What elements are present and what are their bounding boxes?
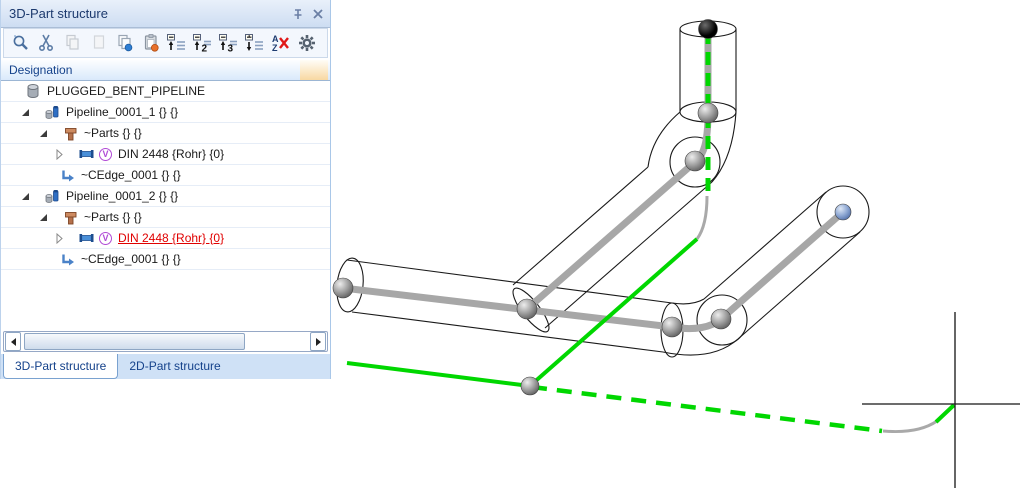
- expander-expanded-icon[interactable]: [39, 127, 49, 139]
- joint-sphere: [332, 277, 354, 299]
- svg-text:3: 3: [228, 44, 234, 53]
- tree-item-label: PLUGGED_BENT_PIPELINE: [47, 84, 206, 98]
- copy-special-icon[interactable]: [113, 31, 136, 55]
- expander-collapsed-icon[interactable]: [55, 148, 65, 160]
- tree-item-parts-1[interactable]: ~Parts {} {}: [1, 123, 330, 144]
- viewport-3d[interactable]: [331, 0, 1021, 491]
- cut-scissors-icon[interactable]: [35, 31, 58, 55]
- close-icon[interactable]: [310, 6, 326, 22]
- expander-expanded-icon[interactable]: [39, 211, 49, 223]
- tree-item-parts-2[interactable]: ~Parts {} {}: [1, 207, 330, 228]
- pipeline-scene: [332, 19, 1020, 488]
- panel-toolbar: 2 3 AZ: [3, 28, 328, 58]
- tree-item-root[interactable]: PLUGGED_BENT_PIPELINE: [1, 81, 330, 102]
- guideline-dashed-right: [531, 384, 883, 434]
- expand-level-3-icon[interactable]: 3: [218, 31, 241, 55]
- tree-item-label: DIN 2448 {Rohr} {0}: [118, 231, 225, 245]
- horizontal-scrollbar[interactable]: [3, 331, 328, 352]
- guideline-bend-arc-top: [695, 195, 709, 240]
- svg-text:2: 2: [202, 44, 208, 53]
- tree-item-label: DIN 2448 {Rohr} {0}: [118, 147, 225, 161]
- expand-all-list-icon[interactable]: [244, 31, 267, 55]
- joint-sphere: [697, 102, 719, 124]
- variant-badge: V: [99, 231, 112, 245]
- tab-3d-part-structure[interactable]: 3D-Part structure: [3, 354, 119, 379]
- tree-item-cedge-1[interactable]: ~CEdge_0001 {} {}: [1, 165, 330, 186]
- pipe-part-icon: [78, 147, 95, 161]
- guideline-point-sphere: [520, 376, 540, 396]
- parts-tee-icon: [63, 126, 78, 141]
- tab-2d-part-structure[interactable]: 2D-Part structure: [118, 354, 231, 379]
- tree-item-label: Pipeline_0001_2 {} {}: [66, 189, 179, 203]
- column-header-label: Designation: [9, 63, 73, 77]
- panel-titlebar: 3D-Part structure: [1, 0, 330, 28]
- joint-sphere: [710, 308, 732, 330]
- tree-item-pipeline-1[interactable]: Pipeline_0001_1 {} {}: [1, 102, 330, 123]
- tree-item-label: ~CEdge_0001 {} {}: [81, 252, 181, 266]
- guideline-bend-arc-bottom: [882, 419, 938, 433]
- pipeline-icon: [44, 104, 60, 120]
- pipeline-icon: [44, 188, 60, 204]
- panel-title: 3D-Part structure: [9, 6, 108, 21]
- joint-sphere: [661, 316, 683, 338]
- tree-item-din2448-2-selected[interactable]: V DIN 2448 {Rohr} {0}: [1, 228, 330, 249]
- guideline-solid-left: [346, 361, 531, 388]
- cedge-arrow-icon: [60, 168, 75, 183]
- cedge-arrow-icon: [60, 252, 75, 267]
- column-header-designation[interactable]: Designation: [1, 60, 330, 81]
- parts-tee-icon: [63, 210, 78, 225]
- expander-collapsed-icon[interactable]: [55, 232, 65, 244]
- joint-sphere: [684, 150, 706, 172]
- remove-sort-icon[interactable]: AZ: [270, 31, 293, 55]
- part-structure-panel: 3D-Part structure 2 3 A Z Designation PL…: [0, 0, 332, 379]
- paste-icon[interactable]: [87, 31, 110, 55]
- crosshair-cursor: [862, 312, 1020, 488]
- part-structure-tree: PLUGGED_BENT_PIPELINE Pipeline_0001_1 {}…: [1, 81, 330, 270]
- settings-gear-icon[interactable]: [296, 31, 319, 55]
- scroll-right-button[interactable]: [310, 332, 326, 351]
- scrollbar-thumb[interactable]: [24, 333, 245, 350]
- column-header-highlight: [300, 60, 328, 80]
- app-window: 3D-Part structure 2 3 A Z Designation PL…: [0, 0, 1021, 491]
- joint-spheres: [332, 19, 852, 396]
- search-icon[interactable]: [9, 31, 32, 55]
- paste-clipboard-icon[interactable]: [139, 31, 162, 55]
- pipe-part-icon: [78, 231, 95, 245]
- pipe-centerlines: [339, 29, 847, 333]
- expander-expanded-icon[interactable]: [21, 190, 31, 202]
- guideline-solid-end: [934, 403, 956, 424]
- plug-sphere: [698, 19, 718, 39]
- svg-text:Z: Z: [272, 43, 278, 52]
- tree-item-pipeline-2[interactable]: Pipeline_0001_2 {} {}: [1, 186, 330, 207]
- endpoint-sphere: [834, 203, 852, 221]
- pin-icon[interactable]: [290, 6, 306, 22]
- tree-item-cedge-2[interactable]: ~CEdge_0001 {} {}: [1, 249, 330, 270]
- tree-item-din2448-1[interactable]: V DIN 2448 {Rohr} {0}: [1, 144, 330, 165]
- pipe-wireframe: [336, 20, 870, 358]
- copy-icon[interactable]: [61, 31, 84, 55]
- joint-sphere: [516, 298, 538, 320]
- tree-item-label: ~Parts {} {}: [84, 126, 142, 140]
- variant-badge: V: [99, 147, 112, 161]
- scroll-left-button[interactable]: [5, 332, 21, 351]
- tree-item-label: Pipeline_0001_1 {} {}: [66, 105, 179, 119]
- expand-level-2-icon[interactable]: 2: [192, 31, 215, 55]
- panel-tabbar: 3D-Part structure 2D-Part structure: [1, 354, 330, 379]
- tree-item-label: ~Parts {} {}: [84, 210, 142, 224]
- expander-expanded-icon[interactable]: [21, 106, 31, 118]
- collapse-list-icon[interactable]: [165, 31, 188, 55]
- assembly-cylinder-icon: [25, 83, 41, 99]
- tree-item-label: ~CEdge_0001 {} {}: [81, 168, 181, 182]
- scrollbar-track[interactable]: [22, 333, 309, 350]
- guideline: [346, 31, 956, 434]
